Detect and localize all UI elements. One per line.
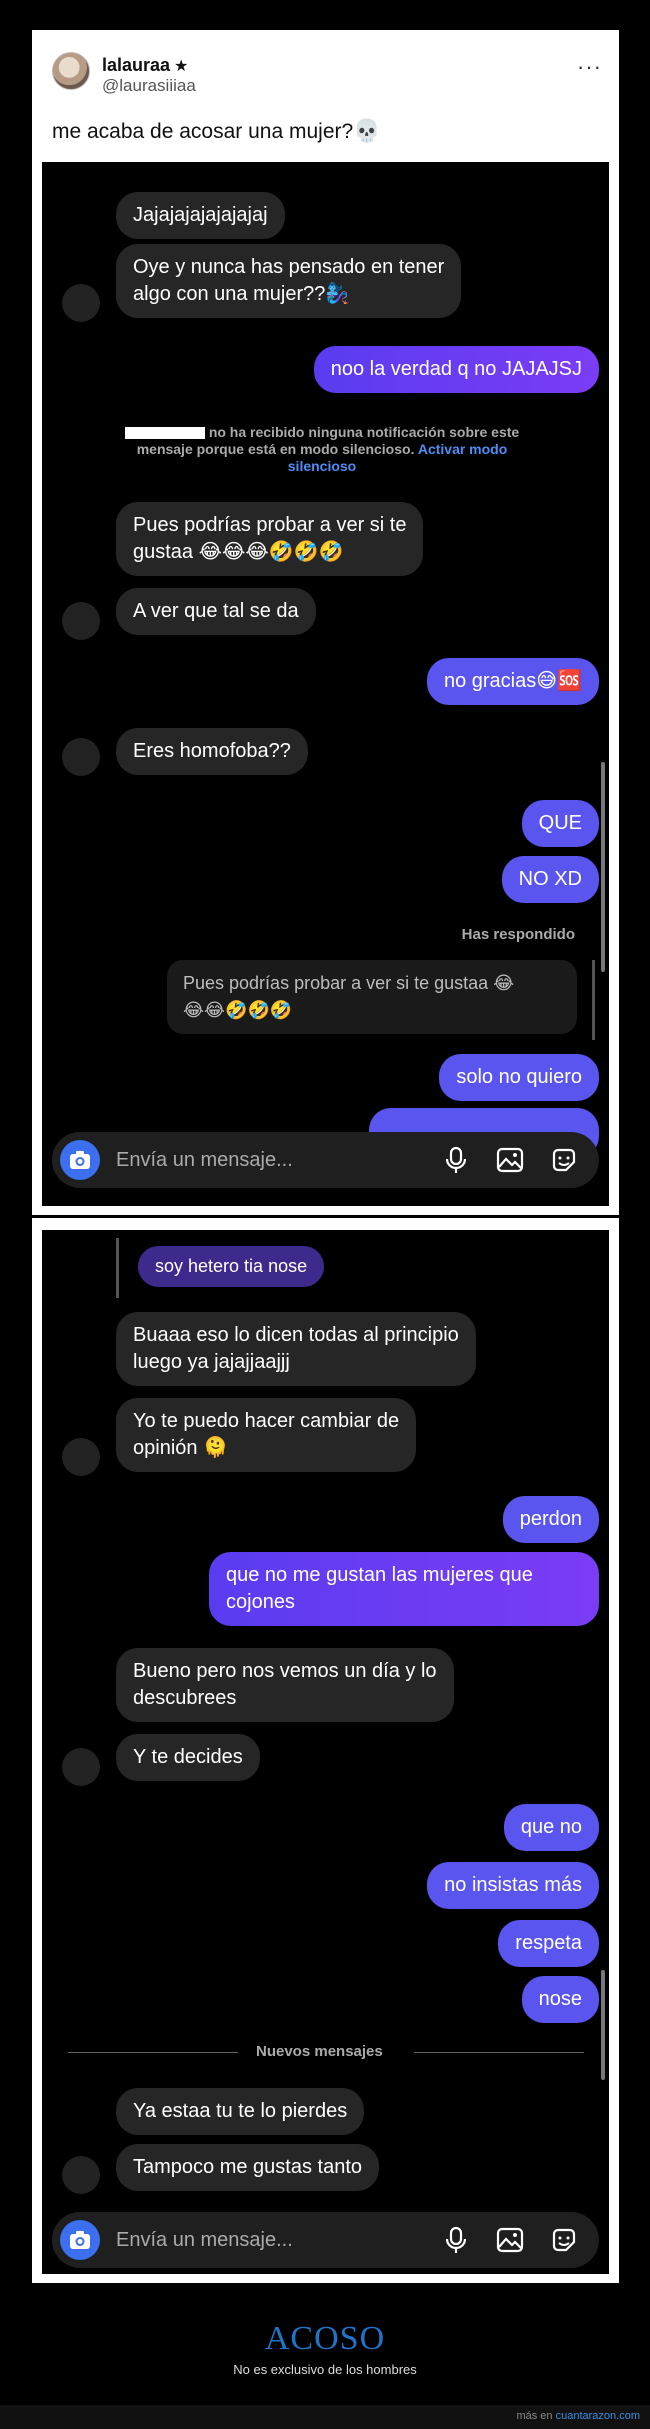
camera-icon [70, 1151, 90, 1169]
message-incoming: Eres homofoba?? [116, 728, 308, 775]
chat-screenshot-2: soy hetero tia nose Buaaa eso lo dicen t… [42, 1230, 609, 2274]
message-composer: Envía un mensaje... [52, 1132, 599, 1188]
message-outgoing: perdon [502, 1496, 599, 1543]
redacted-username [124, 427, 205, 440]
message-incoming: Buaaa eso lo dicen todas al principio lu… [116, 1312, 476, 1386]
message-outgoing: solo no quiero [439, 1054, 599, 1101]
sticker-icon[interactable] [550, 1146, 578, 1174]
display-name[interactable]: lalauraa ★ [102, 55, 188, 76]
message-incoming: Oye y nunca has pensado en tener algo co… [116, 244, 462, 318]
avatar [62, 738, 100, 776]
source-bar: más en cuantarazon.com [0, 2405, 650, 2429]
display-name-text: lalauraa [102, 55, 171, 75]
silent-mode-notice: no ha recibido ninguna notificación sobr… [102, 424, 542, 475]
message-outgoing: que no [503, 1804, 599, 1851]
chat-screenshot-1: Jajajajajajajajaj Oye y nunca has pensad… [42, 162, 609, 1206]
tweet-card: lalauraa ★ @laurasiiiaa ··· me acaba de a… [32, 30, 619, 1215]
message-outgoing: QUE [521, 800, 599, 847]
quote-bar [592, 960, 595, 1040]
message-outgoing: no insistas más [427, 1862, 599, 1909]
message-outgoing: noo la verdad q no JAJAJSJ [313, 346, 599, 393]
tweet-text-content: me acaba de acosar una mujer? [52, 120, 354, 143]
tweet-text: me acaba de acosar una mujer?💀 [52, 118, 381, 144]
new-messages-label: Nuevos mensajes [256, 2043, 383, 2060]
message-incoming: Y te decides [116, 1734, 260, 1781]
divider [414, 2052, 584, 2053]
message-outgoing: NO XD [501, 856, 599, 903]
camera-button[interactable] [60, 2220, 100, 2260]
source-prefix: más en [516, 2410, 553, 2422]
message-input[interactable]: Envía un mensaje... [116, 2229, 293, 2252]
avatar [62, 2156, 100, 2194]
gallery-icon[interactable] [496, 1146, 524, 1174]
chat-card-2: soy hetero tia nose Buaaa eso lo dicen t… [32, 1218, 619, 2283]
message-incoming: Bueno pero nos vemos un día y lo descubr… [116, 1648, 454, 1722]
verified-star-icon: ★ [174, 58, 189, 75]
avatar [62, 284, 100, 322]
quote-bar [116, 1238, 119, 1298]
tweet-header: lalauraa ★ @laurasiiiaa ··· [52, 52, 602, 97]
message-incoming: A ver que tal se da [116, 588, 316, 635]
skull-icon: 💀 [353, 118, 381, 143]
source-link[interactable]: cuantarazon.com [556, 2410, 640, 2422]
replied-label: Has respondido [461, 926, 575, 943]
caption-subtitle: No es exclusivo de los hombres [233, 2362, 417, 2377]
avatar [62, 1438, 100, 1476]
message-outgoing: que no me gustan las mujeres que cojones [209, 1552, 599, 1626]
message-outgoing: respeta [498, 1920, 599, 1967]
message-incoming: Tampoco me gustas tanto [116, 2144, 380, 2191]
quoted-message[interactable]: Pues podrías probar a ver si te gustaa 😂… [167, 960, 577, 1034]
message-outgoing: no gracias😅🆘 [426, 658, 599, 705]
source-credit: más en cuantarazon.com [516, 2410, 640, 2422]
more-options-icon[interactable]: ··· [577, 54, 602, 80]
divider [68, 2052, 238, 2053]
microphone-icon[interactable] [442, 2226, 470, 2254]
caption-title: ACOSO [264, 2320, 386, 2357]
message-outgoing: nose [521, 1976, 599, 2023]
sticker-icon[interactable] [550, 2226, 578, 2254]
user-handle[interactable]: @laurasiiiaa [102, 76, 196, 96]
camera-button[interactable] [60, 1140, 100, 1180]
scrollbar[interactable] [601, 1970, 605, 2080]
message-incoming: Pues podrías probar a ver si te gustaa 😂… [116, 502, 424, 576]
avatar[interactable] [52, 52, 90, 90]
scrollbar[interactable] [601, 762, 605, 972]
avatar [62, 1748, 100, 1786]
replied-message[interactable]: soy hetero tia nose [138, 1246, 325, 1287]
gallery-icon[interactable] [496, 2226, 524, 2254]
camera-icon [70, 2231, 90, 2249]
message-composer: Envía un mensaje... [52, 2212, 599, 2268]
message-incoming: Ya estaa tu te lo pierdes [116, 2088, 365, 2135]
message-input[interactable]: Envía un mensaje... [116, 1149, 293, 1172]
message-incoming: Jajajajajajajajaj [116, 192, 285, 239]
message-incoming: Yo te puedo hacer cambiar de opinión 🫠 [116, 1398, 417, 1472]
avatar [62, 602, 100, 640]
microphone-icon[interactable] [442, 1146, 470, 1174]
